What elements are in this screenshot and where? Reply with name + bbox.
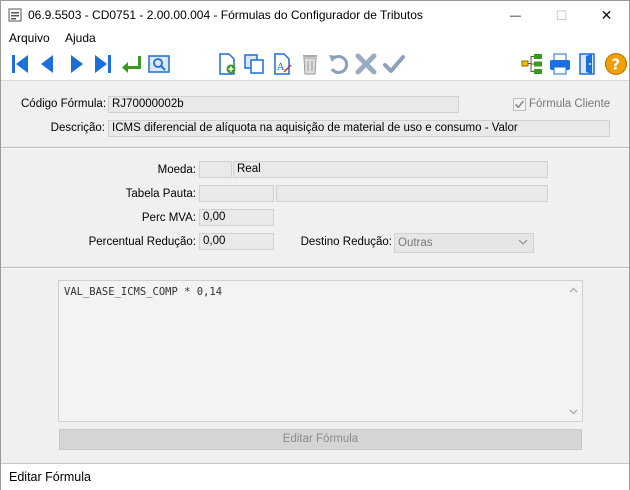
toolbar: A ? bbox=[1, 47, 629, 81]
maximize-button[interactable]: ☐ bbox=[539, 1, 584, 30]
formula-scrollbar[interactable] bbox=[565, 281, 582, 421]
formula-textarea[interactable]: VAL_BASE_ICMS_COMP * 0,14 bbox=[58, 280, 583, 422]
cancel-icon[interactable] bbox=[354, 52, 378, 76]
help-icon[interactable]: ? bbox=[604, 52, 628, 76]
descricao-field[interactable]: ICMS diferencial de alíquota na aquisiçã… bbox=[108, 120, 610, 137]
tabela-pauta-description-field[interactable] bbox=[276, 185, 548, 202]
descricao-label: Descrição: bbox=[50, 122, 105, 134]
moeda-label: Moeda: bbox=[157, 164, 196, 176]
delete-icon[interactable] bbox=[298, 52, 322, 76]
check-icon bbox=[514, 100, 525, 109]
return-icon[interactable] bbox=[119, 52, 143, 76]
formula-cliente-checkbox[interactable] bbox=[513, 98, 526, 111]
first-record-icon[interactable] bbox=[8, 52, 32, 76]
menu-arquivo[interactable]: Arquivo bbox=[9, 30, 50, 47]
minimize-button[interactable]: — bbox=[493, 1, 538, 30]
menu-ajuda[interactable]: Ajuda bbox=[65, 30, 96, 47]
codigo-formula-field[interactable]: RJ70000002b bbox=[108, 96, 459, 113]
tabela-pauta-code-field[interactable] bbox=[199, 185, 274, 202]
edit-text-icon[interactable]: A bbox=[270, 52, 294, 76]
scroll-down-icon[interactable] bbox=[569, 409, 578, 415]
minimize-icon: — bbox=[510, 9, 521, 22]
copy-icon[interactable] bbox=[242, 52, 266, 76]
destino-reducao-label: Destino Redução: bbox=[300, 236, 392, 248]
chevron-down-icon bbox=[518, 236, 528, 252]
moeda-code-field[interactable] bbox=[199, 161, 232, 178]
percentual-reducao-label: Percentual Redução: bbox=[88, 236, 196, 248]
close-icon: ✕ bbox=[600, 7, 613, 23]
destino-reducao-value: Outras bbox=[398, 237, 433, 249]
maximize-icon: ☐ bbox=[555, 7, 568, 23]
codigo-formula-label: Código Fórmula: bbox=[21, 98, 107, 110]
search-icon[interactable] bbox=[147, 52, 171, 76]
app-icon bbox=[8, 8, 22, 22]
destino-reducao-select[interactable]: Outras bbox=[394, 233, 534, 253]
formula-cliente-label: Fórmula Cliente bbox=[529, 98, 611, 110]
svg-text:?: ? bbox=[612, 56, 621, 74]
print-icon[interactable] bbox=[548, 52, 572, 76]
status-bar: Editar Fórmula bbox=[1, 463, 629, 490]
moeda-description-field[interactable]: Real bbox=[233, 161, 548, 178]
exit-icon[interactable] bbox=[576, 52, 600, 76]
scroll-up-icon[interactable] bbox=[569, 287, 578, 293]
divider bbox=[1, 148, 629, 149]
formula-text: VAL_BASE_ICMS_COMP * 0,14 bbox=[64, 286, 223, 298]
menu-bar: Arquivo Ajuda bbox=[1, 30, 629, 47]
perc-mva-field[interactable]: 0,00 bbox=[199, 209, 274, 226]
perc-mva-label: Perc MVA: bbox=[141, 212, 196, 224]
next-record-icon[interactable] bbox=[64, 52, 88, 76]
edit-formula-button[interactable]: Editar Fórmula bbox=[59, 429, 582, 450]
close-button[interactable]: ✕ bbox=[584, 1, 629, 30]
hierarchy-icon[interactable] bbox=[520, 52, 544, 76]
title-bar: 06.9.5503 - CD0751 - 2.00.00.004 - Fórmu… bbox=[1, 1, 629, 30]
last-record-icon[interactable] bbox=[91, 52, 115, 76]
main-window: 06.9.5503 - CD0751 - 2.00.00.004 - Fórmu… bbox=[0, 0, 630, 490]
window-title: 06.9.5503 - CD0751 - 2.00.00.004 - Fórmu… bbox=[28, 8, 423, 22]
previous-record-icon[interactable] bbox=[36, 52, 60, 76]
status-text: Editar Fórmula bbox=[9, 470, 91, 484]
confirm-icon[interactable] bbox=[382, 52, 406, 76]
divider bbox=[1, 268, 629, 269]
new-document-icon[interactable] bbox=[215, 52, 239, 76]
undo-icon[interactable] bbox=[326, 52, 350, 76]
percentual-reducao-field[interactable]: 0,00 bbox=[199, 233, 274, 250]
tabela-pauta-label: Tabela Pauta: bbox=[125, 188, 196, 200]
